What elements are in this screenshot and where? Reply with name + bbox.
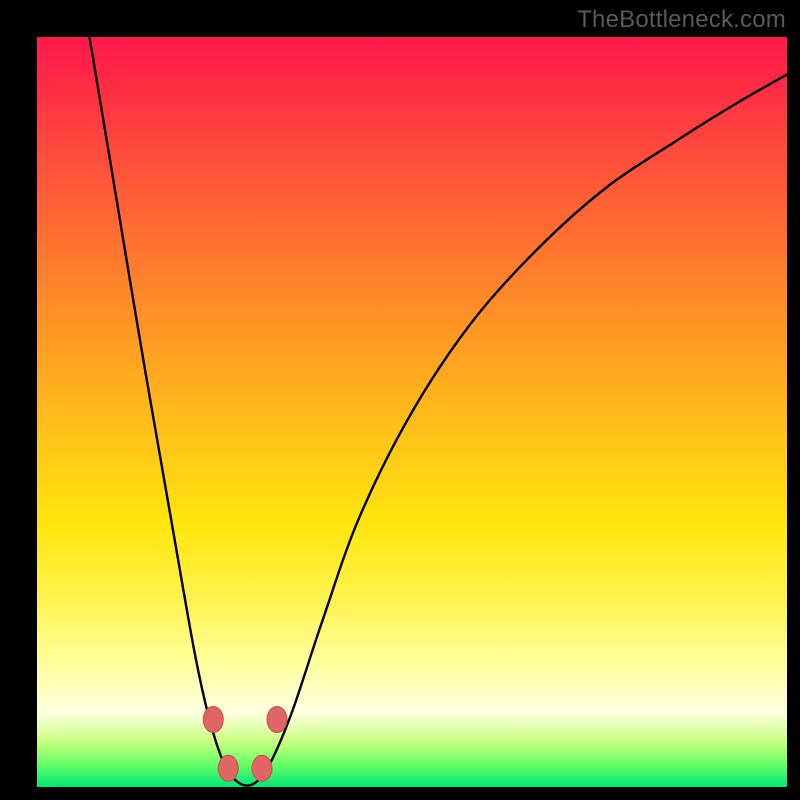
watermark-text: TheBottleneck.com <box>577 6 786 34</box>
bottleneck-curve <box>90 37 788 786</box>
chart-frame: TheBottleneck.com <box>0 0 800 800</box>
curve-svg <box>37 37 787 787</box>
curve-marker <box>203 707 223 733</box>
curve-marker <box>267 707 287 733</box>
curve-marker <box>252 755 272 781</box>
plot-area <box>37 37 787 787</box>
curve-marker <box>218 755 238 781</box>
